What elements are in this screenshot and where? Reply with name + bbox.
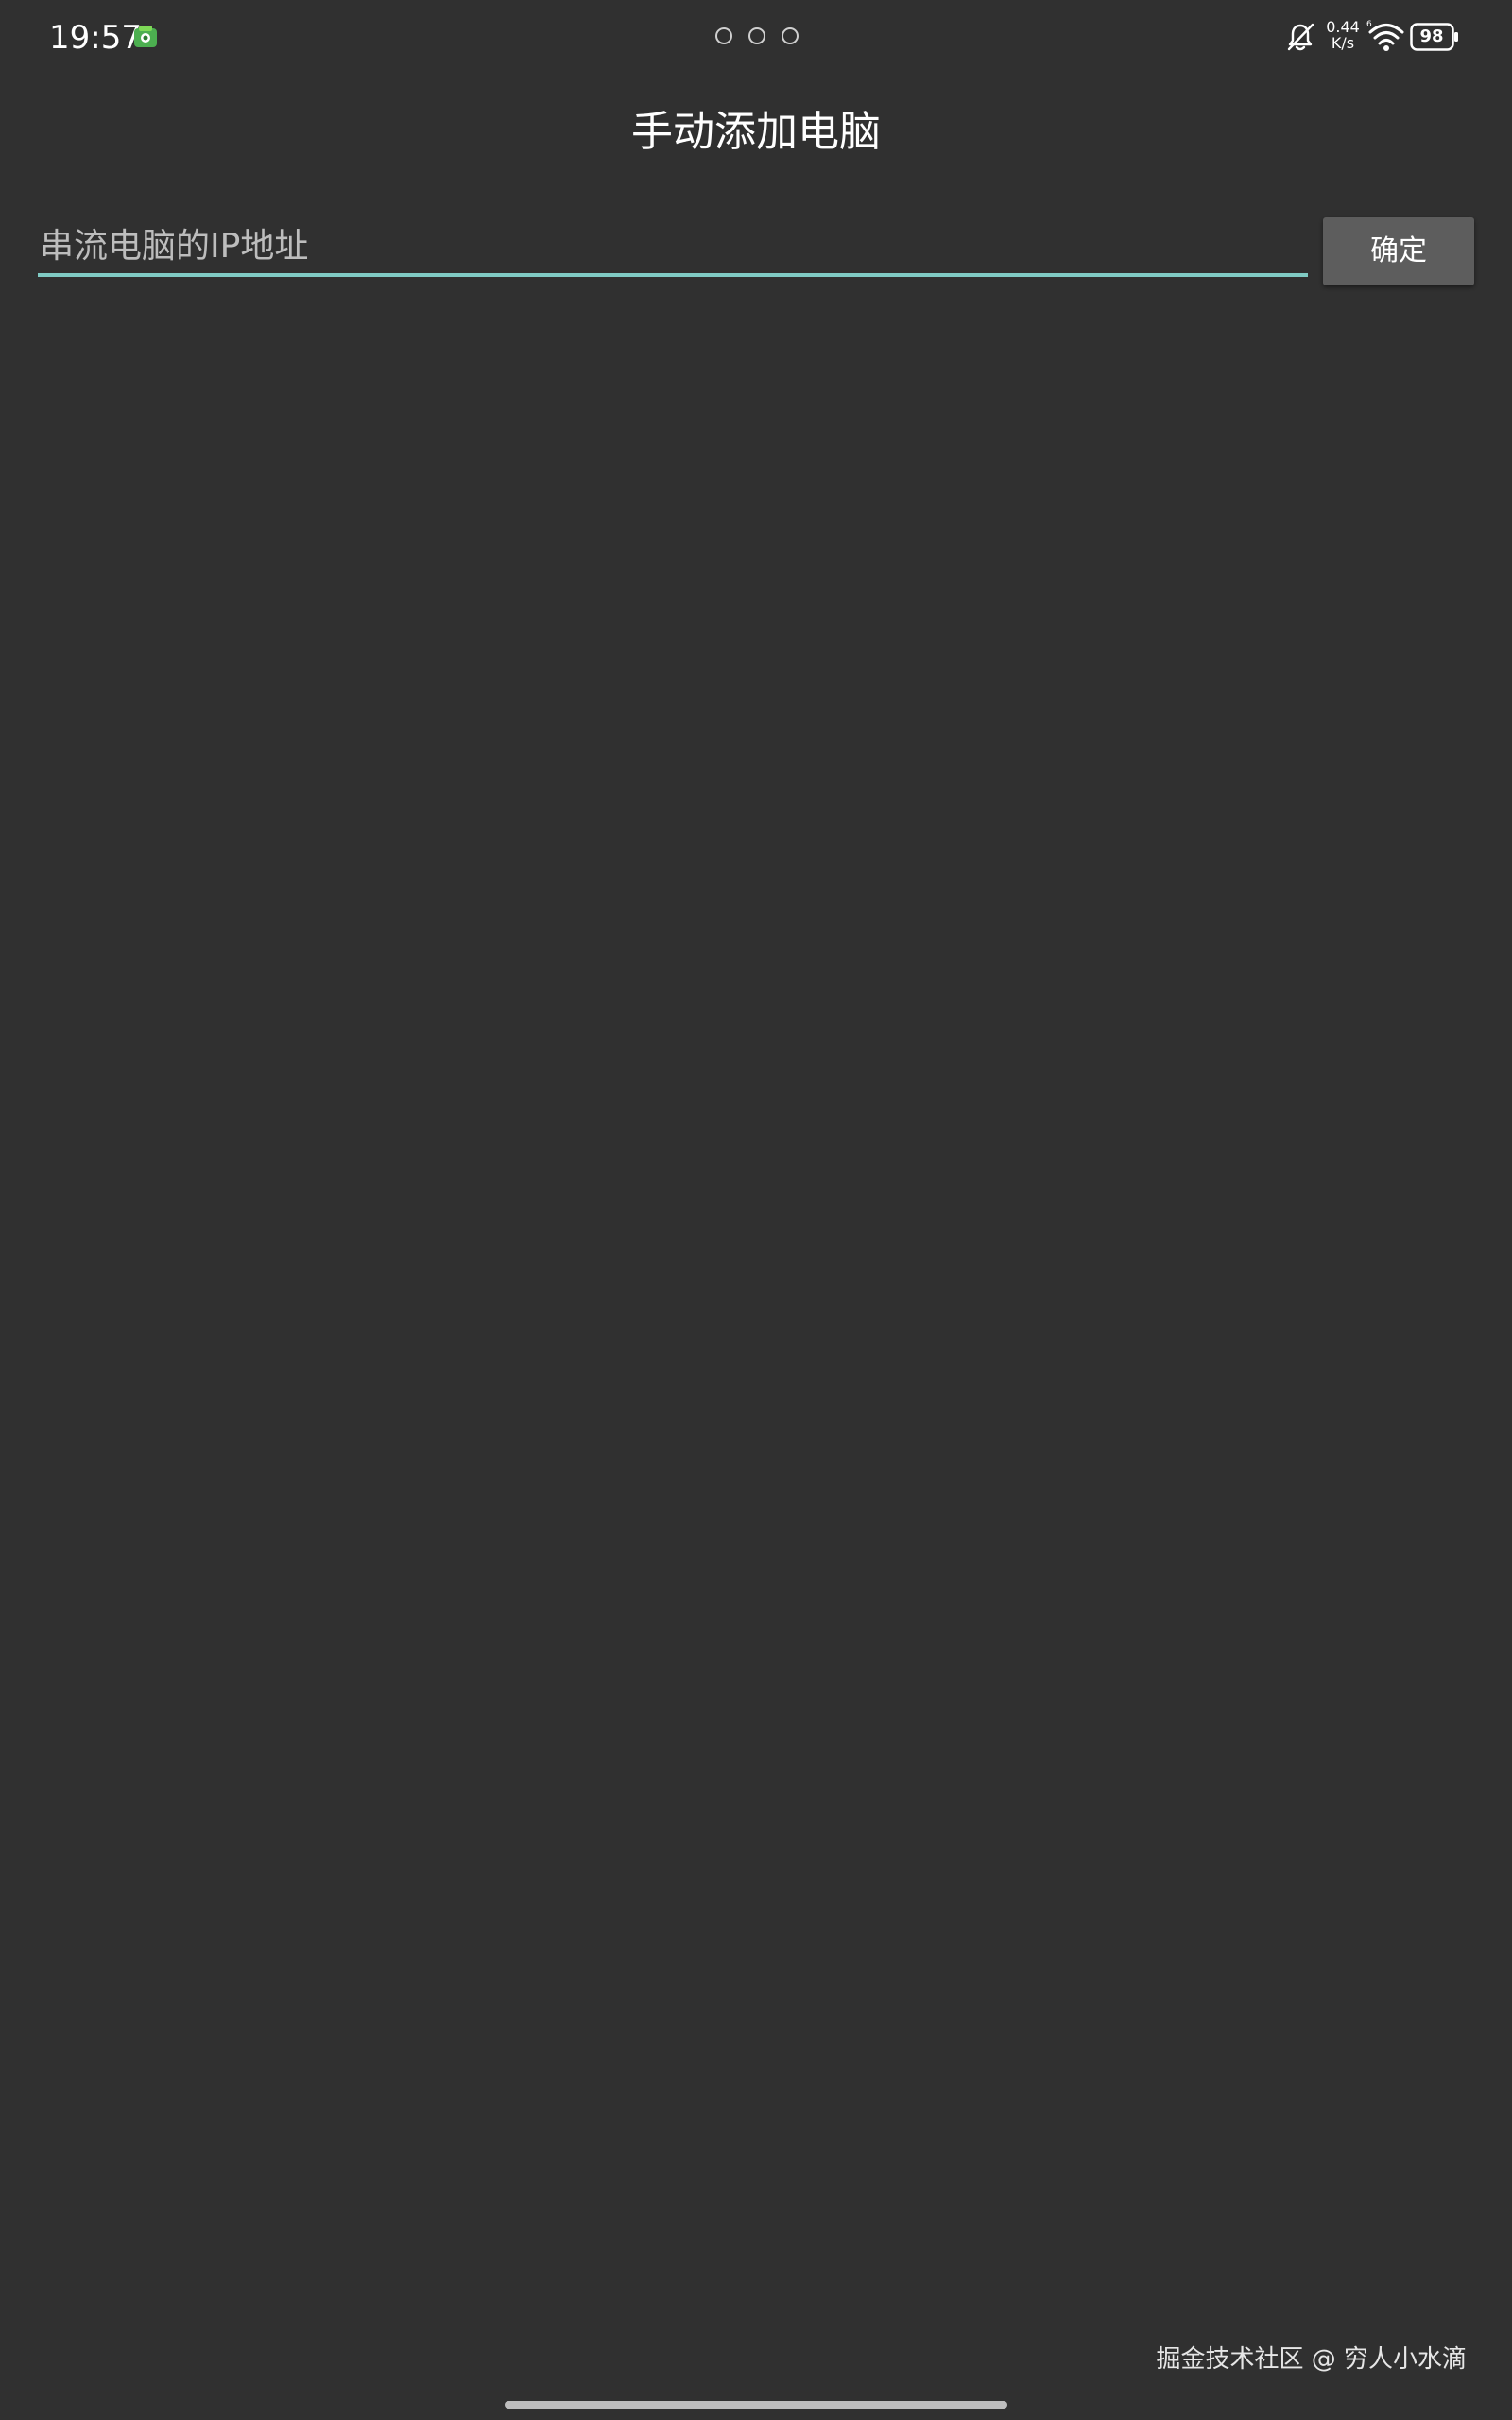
network-speed-value: 0.44 — [1326, 18, 1360, 36]
input-underline — [38, 273, 1308, 277]
network-speed-unit: K/s — [1331, 34, 1355, 52]
ip-address-input[interactable] — [38, 219, 1306, 272]
watermark: 掘金技术社区 @ 穷人小水滴 — [1156, 2345, 1467, 2374]
screen: 19:57 0.44 K/s 6 98 手动添加电脑 串流电脑的IP地址 确定 … — [0, 0, 1512, 2420]
status-time: 19:57 — [49, 19, 142, 57]
wifi-icon: 6 — [1366, 20, 1404, 51]
network-speed: 0.44 K/s — [1323, 19, 1363, 51]
wifi-badge: 6 — [1366, 20, 1372, 29]
bell-muted-icon — [1287, 23, 1314, 51]
battery-level: 98 — [1419, 26, 1444, 46]
status-bar: 19:57 0.44 K/s 6 98 — [0, 0, 1512, 76]
page-dots-icon — [715, 27, 799, 44]
app-notification-icon — [134, 26, 157, 47]
confirm-button[interactable]: 确定 — [1323, 217, 1474, 285]
home-indicator[interactable] — [505, 2401, 1007, 2409]
page-title: 手动添加电脑 — [631, 108, 881, 156]
